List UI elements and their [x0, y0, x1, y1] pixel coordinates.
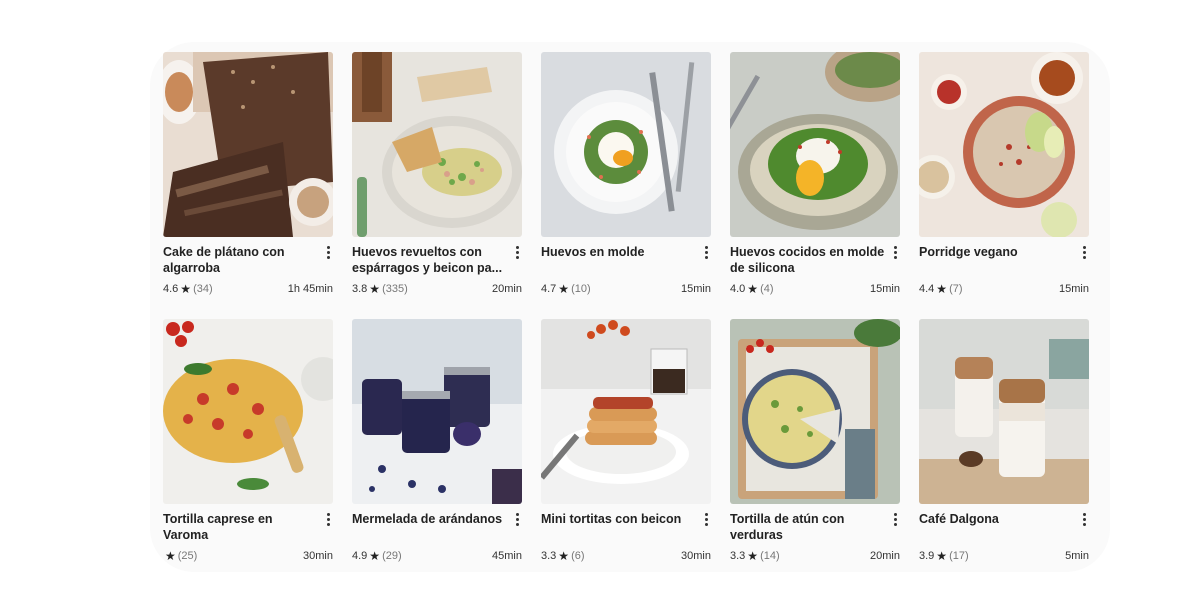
recipe-title[interactable]: Huevos en molde: [541, 244, 697, 278]
star-icon: ★: [558, 282, 570, 296]
recipe-time: 30min: [303, 550, 333, 562]
recipe-title[interactable]: Mini tortitas con beicon: [541, 511, 697, 545]
rating-count: (17): [949, 550, 969, 562]
rating-count: (4): [760, 283, 774, 295]
more-vertical-icon[interactable]: [886, 244, 900, 278]
rating-count: (14): [760, 550, 780, 562]
recipe-card[interactable]: Tortilla de atún con verduras 3.3 ★ (14)…: [730, 319, 900, 586]
rating-count: (7): [949, 283, 963, 295]
recipe-rating: 3.8: [352, 283, 368, 295]
recipe-image[interactable]: [730, 319, 900, 504]
recipe-image[interactable]: [352, 52, 522, 237]
recipe-time: 45min: [492, 550, 522, 562]
recipe-rating: 3.9: [919, 550, 935, 562]
recipe-image[interactable]: [163, 319, 333, 504]
recipe-rating: 4.0: [730, 283, 746, 295]
recipe-image[interactable]: [919, 52, 1089, 237]
rating-count: (29): [382, 550, 402, 562]
recipe-time: 20min: [870, 550, 900, 562]
recipe-card[interactable]: Huevos cocidos en molde de silicona 4.0 …: [730, 52, 900, 319]
more-vertical-icon[interactable]: [319, 511, 333, 545]
more-vertical-icon[interactable]: [319, 244, 333, 278]
recipe-card[interactable]: Mini tortitas con beicon 3.3 ★ (6) 30min: [541, 319, 711, 586]
rating-count: (34): [193, 283, 213, 295]
more-vertical-icon[interactable]: [508, 511, 522, 545]
recipe-image[interactable]: [919, 319, 1089, 504]
rating-count: (335): [382, 283, 408, 295]
rating-count: (6): [571, 550, 585, 562]
star-icon: ★: [180, 282, 192, 296]
recipe-image[interactable]: [541, 319, 711, 504]
recipe-time: 5min: [1065, 550, 1089, 562]
star-icon: ★: [369, 282, 381, 296]
recipe-title[interactable]: Porridge vegano: [919, 244, 1075, 278]
recipe-title[interactable]: Tortilla de atún con verduras: [730, 511, 886, 545]
recipe-time: 30min: [681, 550, 711, 562]
more-vertical-icon[interactable]: [697, 244, 711, 278]
star-icon: ★: [936, 282, 948, 296]
recipe-card[interactable]: Huevos revueltos con espárragos y beicon…: [352, 52, 522, 319]
recipe-card[interactable]: Café Dalgona 3.9 ★ (17) 5min: [919, 319, 1089, 586]
recipe-rating: 4.4: [919, 283, 935, 295]
star-icon: ★: [936, 549, 948, 563]
recipe-title[interactable]: Mermelada de arándanos: [352, 511, 508, 545]
recipe-time: 15min: [1059, 283, 1089, 295]
star-icon: ★: [165, 549, 176, 563]
recipe-time: 20min: [492, 283, 522, 295]
recipe-rating: 4.6: [163, 283, 179, 295]
recipe-time: 15min: [681, 283, 711, 295]
recipe-title[interactable]: Tortilla caprese en Varoma: [163, 511, 319, 545]
recipe-image[interactable]: [163, 52, 333, 237]
recipe-time: 1h 45min: [287, 283, 333, 295]
recipe-image[interactable]: [541, 52, 711, 237]
recipe-rating: 4.9: [352, 550, 368, 562]
recipe-image[interactable]: [352, 319, 522, 504]
more-vertical-icon[interactable]: [697, 511, 711, 545]
recipe-title[interactable]: Huevos cocidos en molde de silicona: [730, 244, 886, 278]
star-icon: ★: [369, 549, 381, 563]
recipe-card[interactable]: Huevos en molde 4.7 ★ (10) 15min: [541, 52, 711, 319]
recipe-card[interactable]: Tortilla caprese en Varoma ★ (25) 30min: [163, 319, 333, 586]
star-icon: ★: [558, 549, 570, 563]
recipe-title[interactable]: Huevos revueltos con espárragos y beicon…: [352, 244, 508, 278]
recipe-card[interactable]: Cake de plátano con algarroba 4.6 ★ (34)…: [163, 52, 333, 319]
rating-count: (25): [177, 550, 198, 562]
more-vertical-icon[interactable]: [508, 244, 522, 278]
rating-count: (10): [571, 283, 591, 295]
recipe-time: 15min: [870, 283, 900, 295]
recipe-title[interactable]: Cake de plátano con algarroba: [163, 244, 319, 278]
recipe-card[interactable]: Porridge vegano 4.4 ★ (7) 15min: [919, 52, 1089, 319]
recipe-image[interactable]: [730, 52, 900, 237]
recipe-card[interactable]: Mermelada de arándanos 4.9 ★ (29) 45min: [352, 319, 522, 586]
more-vertical-icon[interactable]: [1075, 244, 1089, 278]
recipe-title[interactable]: Café Dalgona: [919, 511, 1075, 545]
star-icon: ★: [747, 282, 759, 296]
recipe-rating: 3.3: [541, 550, 557, 562]
recipe-grid: Cake de plátano con algarroba 4.6 ★ (34)…: [163, 52, 1089, 586]
star-icon: ★: [747, 549, 759, 563]
more-vertical-icon[interactable]: [886, 511, 900, 545]
recipe-rating: 4.7: [541, 283, 557, 295]
recipe-rating: 3.3: [730, 550, 746, 562]
more-vertical-icon[interactable]: [1075, 511, 1089, 545]
